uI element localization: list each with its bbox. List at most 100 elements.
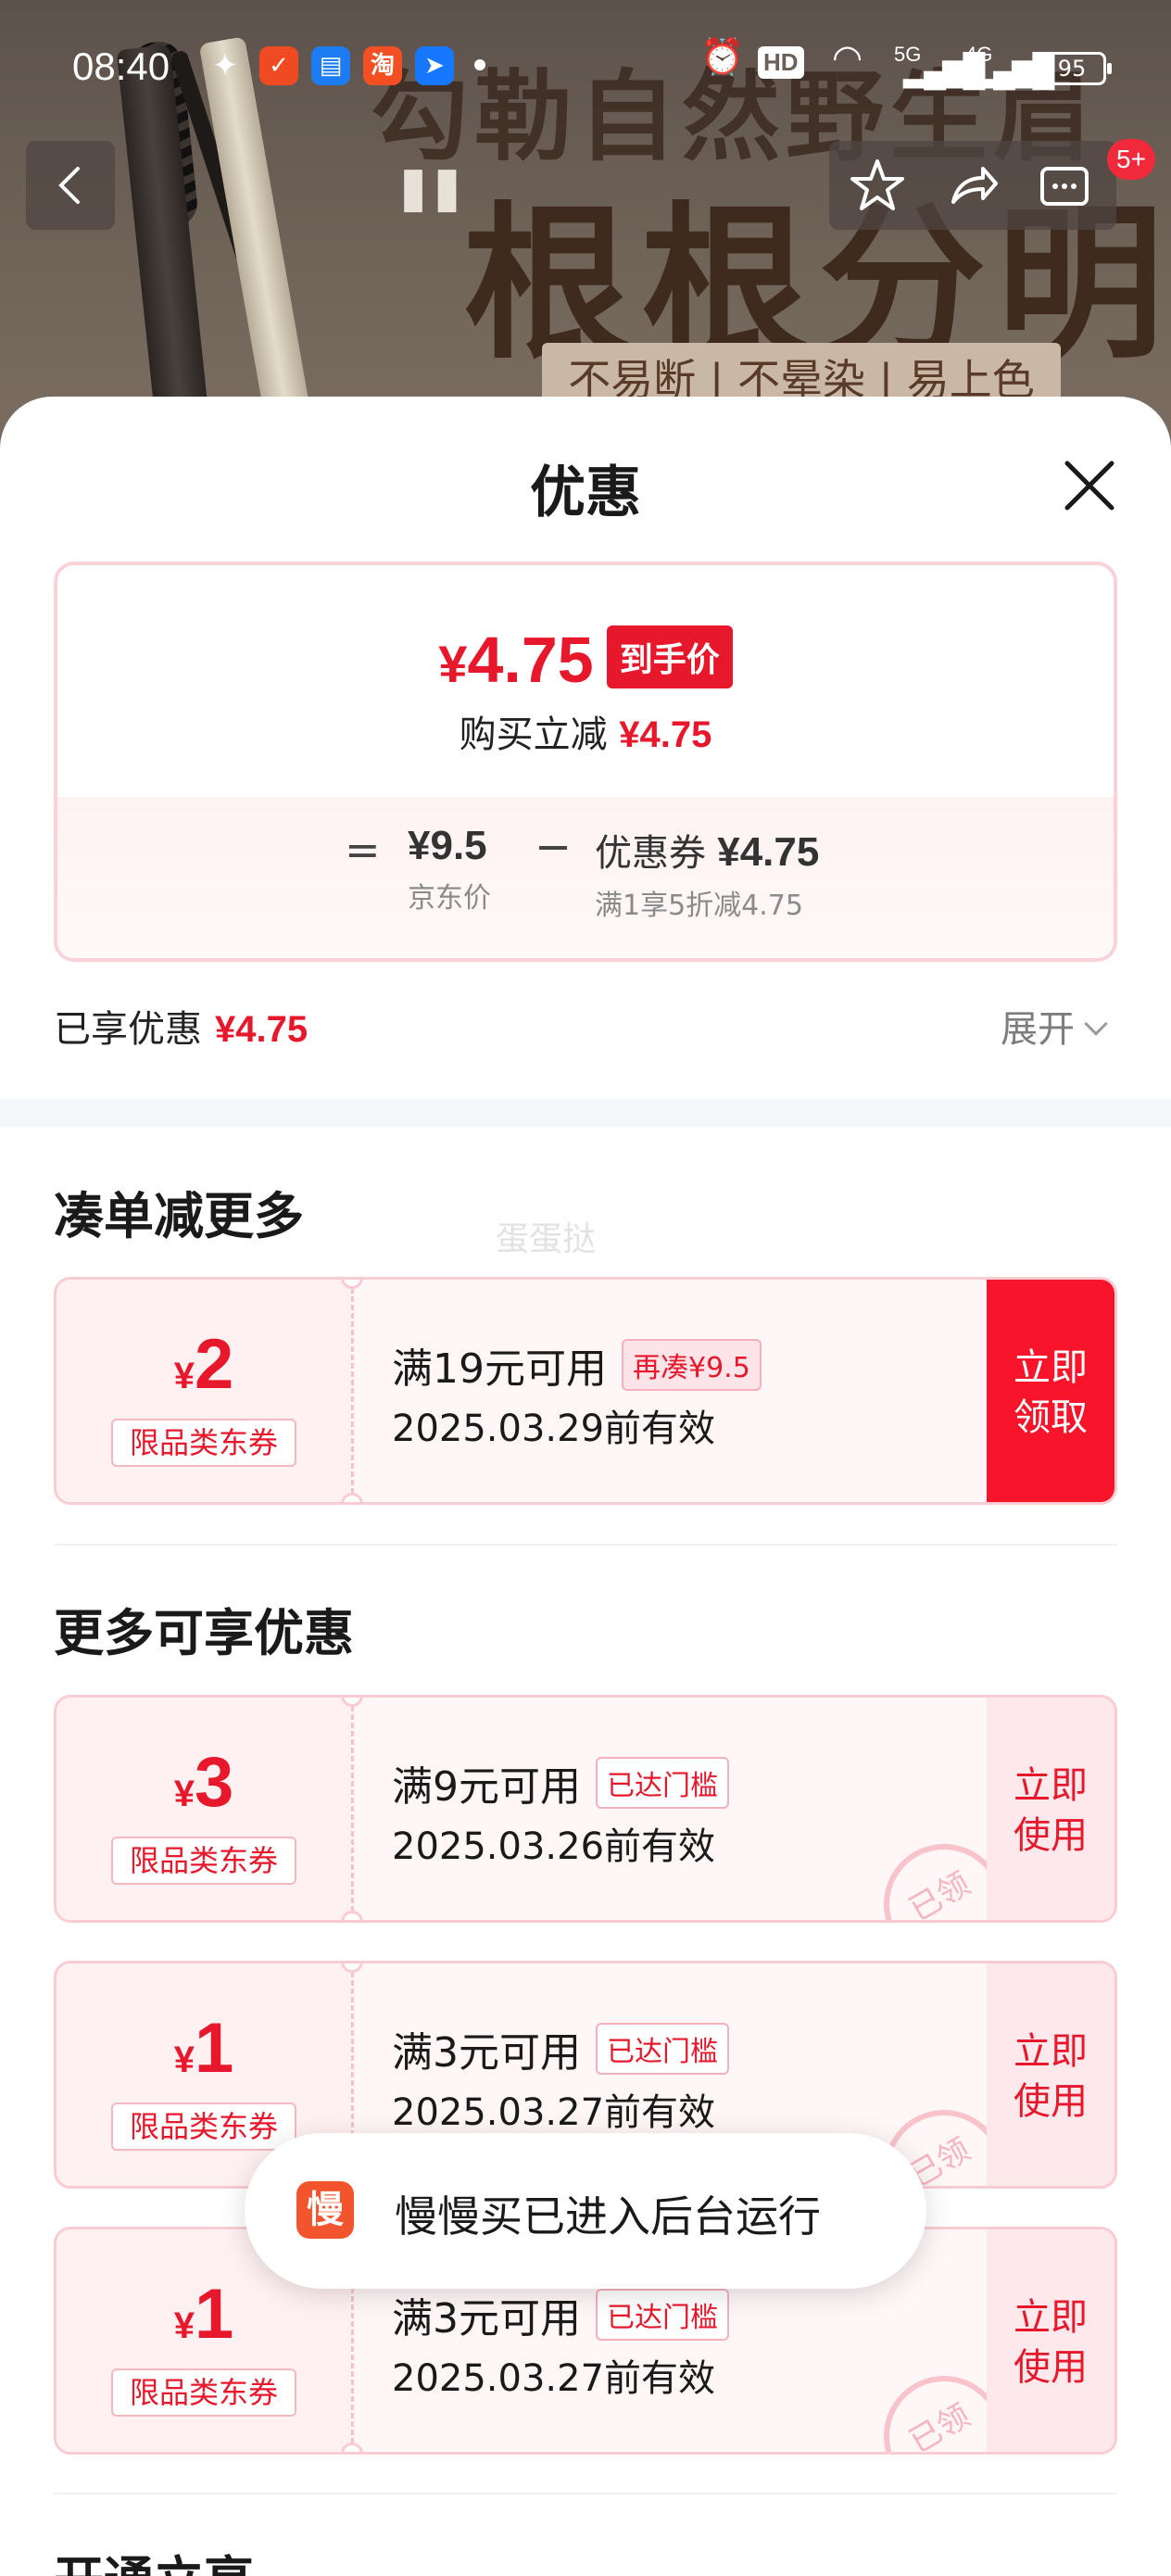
- base-price-caption: 京东价: [408, 882, 491, 915]
- currency-symbol: ¥: [438, 635, 468, 693]
- price-breakdown: = ¥9.5 京东价 − 优惠券 ¥4.75 满1享5折减4.75: [57, 797, 1114, 958]
- coupon-currency: ¥: [173, 1356, 195, 1396]
- app-icon: ✓: [259, 46, 298, 85]
- alarm-icon: ⏰: [700, 38, 745, 77]
- coupon-condition: 满3元可用 已达门槛: [392, 2285, 729, 2344]
- claim-coupon-button[interactable]: 立即 领取: [987, 1280, 1114, 1502]
- chevron-down-icon: [1084, 1012, 1108, 1036]
- action-line: 立即: [1014, 2030, 1088, 2073]
- final-price-tag: 到手价: [606, 625, 733, 688]
- wifi-icon: ◠: [832, 39, 863, 78]
- coupon-deduction-value: ¥4.75: [717, 829, 820, 875]
- hd-icon: HD: [758, 46, 804, 79]
- enjoyed-discount: 已享优惠 ¥4.75: [54, 999, 308, 1053]
- equals-sign: =: [345, 825, 381, 875]
- coupon-condition-text: 满19元可用: [392, 1345, 607, 1393]
- coupon-currency: ¥: [173, 2039, 195, 2080]
- background-run-toast: 慢 慢慢买已进入后台运行: [245, 2133, 926, 2289]
- manmanmai-app-icon: 慢: [296, 2181, 354, 2239]
- coupon-value: 1: [194, 2009, 234, 2088]
- coupon-badge: 已达门槛: [596, 1757, 729, 1809]
- message-badge: 5+: [1107, 139, 1155, 180]
- coupon-condition-text: 满9元可用: [392, 1763, 581, 1811]
- action-line: 立即: [1014, 1764, 1088, 1807]
- coupon-expiry: 2025.03.29前有效: [392, 1408, 716, 1450]
- coupon-deduction-caption: 满1享5折减4.75: [595, 890, 803, 922]
- coupon-condition-text: 满3元可用: [392, 2029, 581, 2077]
- action-line: 立即: [1014, 1346, 1088, 1389]
- coupon-deduction: 优惠券 ¥4.75 满1享5折减4.75: [595, 823, 965, 923]
- base-price-value: ¥9.5: [408, 823, 487, 868]
- action-line: 使用: [1014, 2346, 1088, 2389]
- back-button[interactable]: [26, 141, 115, 230]
- coupon-type-tag: 限品类东券: [111, 1837, 296, 1885]
- coupon-value: 2: [194, 1325, 234, 1404]
- expand-label: 展开: [1001, 1008, 1075, 1051]
- wallet-icon: ▤: [311, 46, 350, 85]
- coupon-expiry: 2025.03.27前有效: [392, 2091, 716, 2134]
- coupon-expiry: 2025.03.26前有效: [392, 1825, 716, 1868]
- instant-discount-label: 购买立减: [459, 713, 608, 756]
- coupon-currency: ¥: [173, 2305, 195, 2346]
- coupon-deduction-label: 优惠券: [595, 832, 706, 875]
- final-price-amount: 4.75: [467, 624, 594, 696]
- final-price: ¥4.75 到手价: [57, 623, 1114, 697]
- taobao-icon: 淘: [363, 46, 402, 85]
- action-line: 使用: [1014, 2080, 1088, 2123]
- coupon-value: 1: [194, 2275, 234, 2354]
- coupon-type-tag: 限品类东券: [111, 2368, 296, 2417]
- coupon-condition-text: 满3元可用: [392, 2295, 581, 2342]
- final-price-card: ¥4.75 到手价 购买立减 ¥4.75 = ¥9.5 京东价 − 优惠券 ¥4.…: [54, 562, 1117, 962]
- quote-mark: ": [389, 139, 472, 322]
- chevron-left-icon: [58, 167, 80, 204]
- coupon-amount: ¥3: [57, 1742, 351, 1823]
- enjoyed-discount-amount: ¥4.75: [215, 1009, 308, 1050]
- coupon-currency: ¥: [173, 1774, 195, 1814]
- more-icon[interactable]: [1035, 156, 1094, 215]
- close-icon[interactable]: [1056, 452, 1123, 519]
- use-coupon-button[interactable]: 立即 使用: [987, 1698, 1114, 1920]
- wechat-icon: ✦: [211, 47, 239, 84]
- expand-button[interactable]: 展开: [1001, 999, 1108, 1053]
- section-title-open-benefits: 开通立享: [54, 2539, 254, 2576]
- coupon-expiry: 2025.03.27前有效: [392, 2357, 716, 2400]
- action-line: 领取: [1014, 1396, 1088, 1439]
- coupon-condition: 满9元可用 已达门槛: [392, 1753, 729, 1812]
- coupon-badge: 已达门槛: [596, 2289, 729, 2341]
- status-bar: 08:40 ✦ ✓ ▤ 淘 ➤ ⏰ HD ◠ 5G ▂▄▆█ 4G ▂▄▆█ 9…: [0, 0, 1171, 139]
- coupon-card: ¥2 限品类东券 满19元可用 再凑¥9.5 2025.03.29前有效 立即领取: [54, 1277, 1117, 1505]
- watermark: 蛋蛋挞: [496, 1220, 597, 1258]
- use-coupon-button[interactable]: 立即 使用: [987, 1964, 1114, 2186]
- divider: [54, 1544, 1117, 1546]
- instant-discount: 购买立减 ¥4.75: [57, 704, 1114, 758]
- coupon-type-tag: 限品类东券: [111, 2102, 296, 2151]
- section-title-more-benefits: 更多可享优惠: [54, 1604, 354, 1662]
- dot-icon: [474, 59, 485, 70]
- divider: [54, 2493, 1117, 2494]
- coupon-badge: 再凑¥9.5: [622, 1339, 762, 1391]
- section-divider: [0, 1099, 1171, 1127]
- nav-actions: [829, 141, 1116, 230]
- enjoyed-discount-label: 已享优惠: [54, 1008, 202, 1051]
- coupon-value: 3: [194, 1743, 234, 1822]
- coupon-amount: ¥1: [57, 2008, 351, 2089]
- share-icon[interactable]: [942, 156, 1001, 215]
- coupon-type-tag: 限品类东券: [111, 1419, 296, 1467]
- base-price: ¥9.5 京东价: [408, 823, 547, 915]
- coupon-condition: 满19元可用 再凑¥9.5: [392, 1335, 762, 1395]
- sheet-title: 优惠: [530, 461, 641, 525]
- star-icon[interactable]: [848, 156, 907, 215]
- use-coupon-button[interactable]: 立即 使用: [987, 2229, 1114, 2452]
- coupon-card: ¥3 限品类东券 满9元可用 已达门槛 2025.03.26前有效 已领 立即 使用: [54, 1695, 1117, 1923]
- battery-icon: 95: [1038, 52, 1112, 85]
- minus-sign: −: [535, 821, 573, 873]
- coupon-condition: 满3元可用 已达门槛: [392, 2019, 729, 2078]
- instant-discount-amount: ¥4.75: [619, 714, 712, 755]
- app-icon: ➤: [415, 46, 454, 85]
- status-time: 08:40: [72, 44, 170, 88]
- section-title-more-savings: 凑单减更多: [54, 1187, 304, 1245]
- coupon-badge: 已达门槛: [596, 2023, 729, 2075]
- action-line: 立即: [1014, 2296, 1088, 2339]
- action-line: 使用: [1014, 1814, 1088, 1857]
- coupon-amount: ¥2: [57, 1324, 351, 1405]
